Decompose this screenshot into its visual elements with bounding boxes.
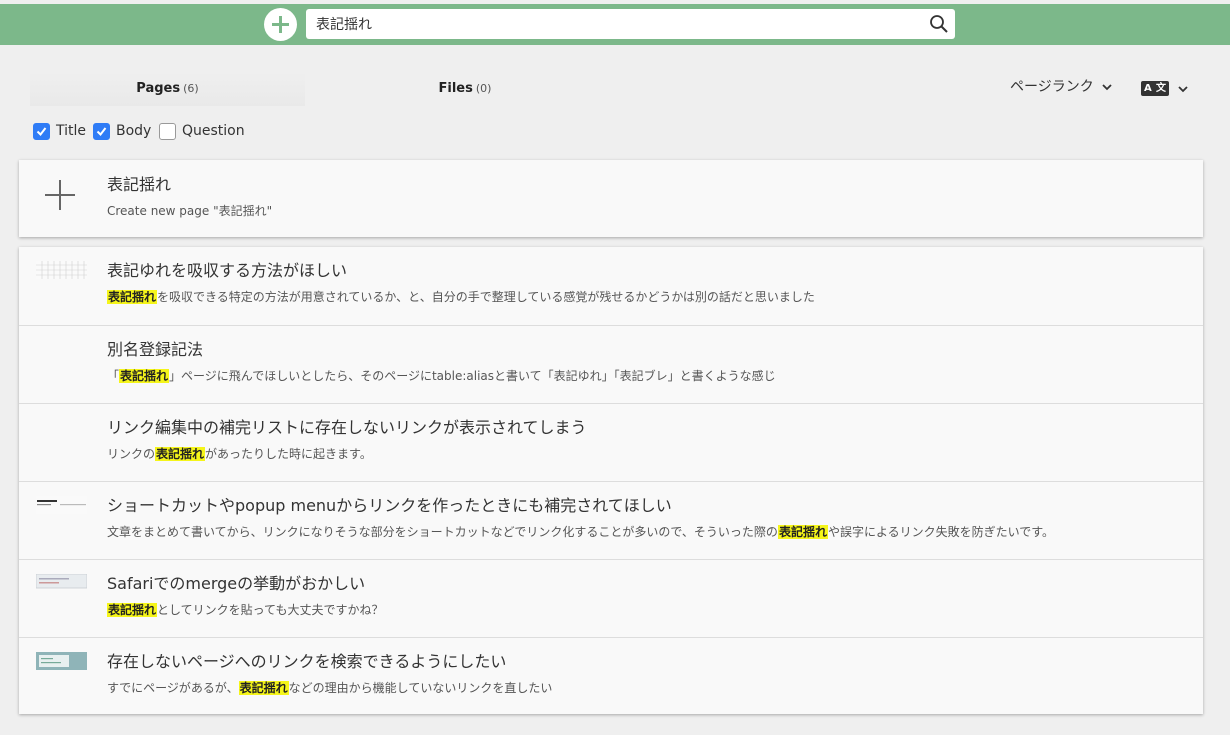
search-highlight: 表記揺れ xyxy=(107,603,158,617)
list-item[interactable]: 別名登録記法 「表記揺れ」ページに飛んでほしいとしたら、そのページにtable:… xyxy=(19,325,1203,403)
result-title: リンク編集中の補完リストに存在しないリンクが表示されてしまう xyxy=(107,418,587,437)
list-item[interactable]: Safariでのmergeの挙動がおかしい 表記揺れとしてリンクを貼っても大丈夫… xyxy=(19,559,1203,637)
result-title: Safariでのmergeの挙動がおかしい xyxy=(107,574,366,593)
chevron-down-icon xyxy=(1102,84,1112,91)
result-snippet: 表記揺れを吸収できる特定の方法が用意されているか、と、自分の手で整理している感覚… xyxy=(107,290,815,304)
sort-dropdown[interactable]: ページランク xyxy=(1010,76,1112,96)
plus-icon xyxy=(45,180,75,210)
search-highlight: 表記揺れ xyxy=(238,681,289,695)
check-icon xyxy=(36,126,47,136)
list-item[interactable]: 表記ゆれを吸収する方法がほしい 表記揺れを吸収できる特定の方法が用意されているか… xyxy=(19,247,1203,325)
sort-label: ページランク xyxy=(1010,79,1094,95)
filter-question[interactable]: Question xyxy=(159,120,245,142)
list-item[interactable]: 存在しないページへのリンクを検索できるようにしたい すでにページがあるが、表記揺… xyxy=(19,637,1203,715)
list-item[interactable]: ショートカットやpopup menuからリンクを作ったときにも補完されてほしい … xyxy=(19,481,1203,559)
question-checkbox[interactable] xyxy=(159,122,176,140)
page-thumbnail xyxy=(36,574,87,589)
chevron-down-icon xyxy=(1178,85,1188,92)
list-item[interactable]: リンク編集中の補完リストに存在しないリンクが表示されてしまう リンクの表記揺れが… xyxy=(19,403,1203,481)
search-input[interactable] xyxy=(306,9,916,39)
create-page-title: 表記揺れ xyxy=(107,175,172,194)
filter-body[interactable]: Body xyxy=(93,120,151,142)
tab-files[interactable]: Files (0) xyxy=(390,72,540,106)
tab-label: Pages xyxy=(136,81,181,96)
search-highlight: 表記揺れ xyxy=(119,369,170,383)
result-title: 別名登録記法 xyxy=(107,340,204,359)
page-thumbnail xyxy=(36,496,87,514)
result-title: 存在しないページへのリンクを検索できるようにしたい xyxy=(107,652,507,671)
page-thumbnail xyxy=(36,652,87,670)
body-checkbox[interactable] xyxy=(93,122,110,140)
result-snippet: 表記揺れとしてリンクを貼っても大丈夫ですかね？ xyxy=(107,603,384,617)
tab-pages[interactable]: Pages (6) xyxy=(30,72,305,106)
filter-title[interactable]: Title xyxy=(33,120,86,142)
plus-icon xyxy=(272,16,289,33)
translate-icon: A文 xyxy=(1141,81,1169,96)
result-snippet: 文章をまとめて書いてから、リンクになりそうな部分をショートカットなどでリンク化す… xyxy=(107,525,1055,539)
new-page-button[interactable] xyxy=(264,8,297,41)
filter-label: Body xyxy=(116,123,152,139)
results-list: 表記ゆれを吸収する方法がほしい 表記揺れを吸収できる特定の方法が用意されているか… xyxy=(19,247,1203,714)
search-highlight: 表記揺れ xyxy=(155,447,206,461)
result-snippet: リンクの表記揺れがあったりした時に起きます。 xyxy=(107,447,372,461)
result-snippet: 「表記揺れ」ページに飛んでほしいとしたら、そのページにtable:aliasと書… xyxy=(107,369,776,383)
filter-label: Question xyxy=(182,123,245,139)
result-title: ショートカットやpopup menuからリンクを作ったときにも補完されてほしい xyxy=(107,496,672,515)
check-icon xyxy=(96,126,107,136)
search-icon[interactable] xyxy=(929,14,949,34)
result-snippet: すでにページがあるが、表記揺れなどの理由から機能していないリンクを直したい xyxy=(107,681,553,695)
filter-label: Title xyxy=(56,123,87,139)
tab-label: Files xyxy=(438,81,473,96)
tab-count: (0) xyxy=(475,82,492,95)
result-title: 表記ゆれを吸収する方法がほしい xyxy=(107,261,348,280)
page-thumbnail xyxy=(36,261,87,279)
search-highlight: 表記揺れ xyxy=(107,290,158,304)
title-checkbox[interactable] xyxy=(33,122,50,140)
language-dropdown[interactable]: A文 xyxy=(1141,78,1188,97)
search-highlight: 表記揺れ xyxy=(777,525,828,539)
create-page-card[interactable]: 表記揺れ Create new page "表記揺れ" xyxy=(19,160,1203,237)
top-bar xyxy=(0,4,1230,45)
tab-count: (6) xyxy=(183,82,199,95)
search-box xyxy=(306,9,955,39)
create-page-desc: Create new page "表記揺れ" xyxy=(107,204,273,218)
